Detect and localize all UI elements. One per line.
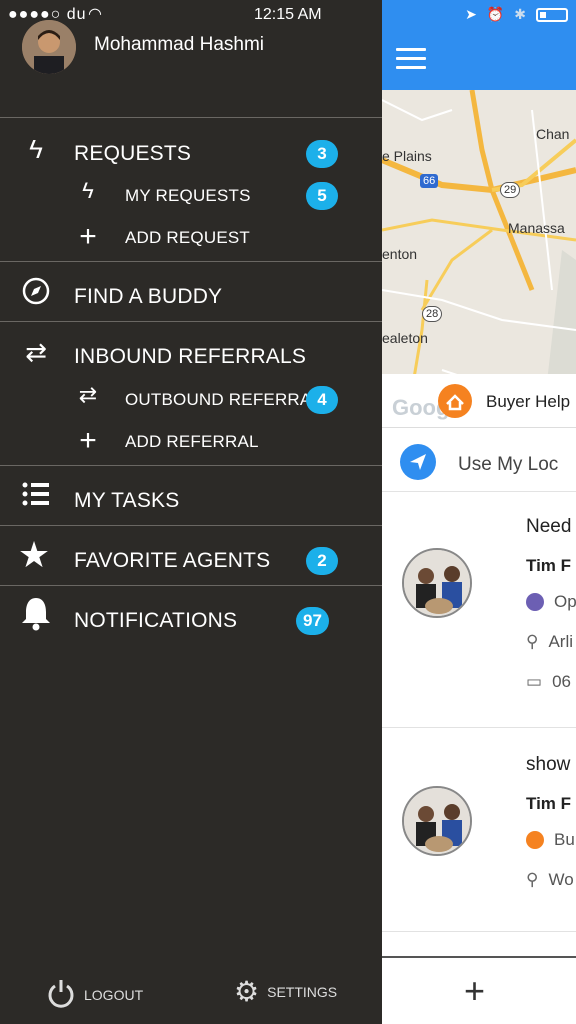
- calendar-icon: ▭: [526, 672, 543, 691]
- bottom-toolbar: +: [382, 956, 576, 1024]
- bluetooth-icon: ✱: [514, 6, 526, 22]
- map-label: Manassa: [508, 220, 565, 236]
- swap-arrows-icon: ⇄: [78, 382, 98, 407]
- main-screen: ➤ ⏰ ✱ Chan e Plains Manassa enton ealeto…: [382, 0, 576, 1024]
- divider: [0, 261, 382, 262]
- card-location: Arli: [548, 632, 574, 651]
- card-status: Bu: [554, 830, 575, 849]
- menu-item-label: NOTIFICATIONS: [74, 609, 238, 632]
- requester-avatar: [402, 548, 472, 618]
- buyer-help-icon[interactable]: [438, 384, 472, 418]
- menu-item-label: MY REQUESTS: [125, 186, 251, 205]
- card-status: Op: [554, 592, 576, 611]
- profile-name: Mohammad Hashmi: [94, 34, 264, 55]
- menu-item-my-tasks[interactable]: MY TASKS: [0, 481, 382, 521]
- menu-item-add-referral[interactable]: + ADD REFERRAL: [0, 422, 382, 462]
- menu-item-label: FIND A BUDDY: [74, 285, 223, 308]
- use-my-location-label: Use My Loc: [458, 454, 559, 475]
- location-arrow-icon: ➤: [465, 6, 477, 22]
- location-pin-icon: ⚲: [526, 870, 539, 889]
- status-time: 12:15 AM: [254, 6, 322, 23]
- notifications-badge: 97: [296, 607, 329, 635]
- menu-item-my-requests[interactable]: ϟ MY REQUESTS 5: [0, 176, 382, 216]
- map-label: e Plains: [382, 148, 432, 164]
- divider: [0, 525, 382, 526]
- request-card[interactable]: show Tim F Bu ⚲ Wo: [382, 732, 576, 932]
- card-title: Need: [526, 516, 572, 537]
- menu-item-label: ADD REFERRAL: [125, 432, 259, 451]
- battery-icon: [536, 7, 568, 22]
- menu-hamburger-icon[interactable]: [396, 48, 426, 70]
- card-location: Wo: [548, 870, 574, 889]
- menu-item-notifications[interactable]: NOTIFICATIONS 97: [0, 598, 382, 641]
- wifi-icon: ◠: [88, 6, 102, 23]
- logout-label: LOGOUT: [84, 986, 144, 1003]
- menu-item-label: REQUESTS: [74, 142, 192, 165]
- divider: [0, 585, 382, 586]
- navigation-arrow-icon: [400, 444, 436, 480]
- card-date: 06: [552, 672, 571, 691]
- menu-item-outbound-referrals[interactable]: ⇄ OUTBOUND REFERRALS 4: [0, 380, 382, 420]
- favorite-agents-badge: 2: [306, 547, 338, 575]
- menu-item-find-buddy[interactable]: FIND A BUDDY: [0, 277, 382, 317]
- route-66-shield: 66: [420, 174, 439, 188]
- side-drawer: ●●●●○ du ◠ 12:15 AM Mohammad Hashmi ϟ RE…: [0, 0, 382, 1024]
- menu-item-label: ADD REQUEST: [125, 228, 250, 247]
- location-pin-icon: ⚲: [526, 632, 539, 651]
- card-title: show: [526, 754, 571, 775]
- bolt-icon: ϟ: [82, 178, 94, 203]
- card-agent-name: Tim F: [526, 794, 572, 813]
- menu-item-requests[interactable]: ϟ REQUESTS 3: [0, 134, 382, 174]
- compass-icon: [18, 277, 54, 309]
- menu-item-inbound-referrals[interactable]: ⇄ INBOUND REFERRALS: [0, 337, 382, 377]
- request-card[interactable]: Need Tim F Op ⚲ Arli ▭ 06: [382, 494, 576, 728]
- gear-icon: ⚙: [234, 976, 260, 1007]
- plus-icon: +: [79, 220, 97, 253]
- star-icon: ★: [17, 534, 51, 575]
- menu-item-add-request[interactable]: + ADD REQUEST: [0, 218, 382, 258]
- plus-icon: +: [79, 424, 97, 457]
- map-label: Chan: [536, 126, 570, 142]
- add-icon[interactable]: +: [464, 970, 485, 1012]
- profile-avatar[interactable]: [22, 20, 76, 74]
- settings-button[interactable]: ⚙ SETTINGS: [234, 978, 337, 1006]
- power-icon: [46, 978, 76, 1011]
- list-icon: [18, 481, 54, 511]
- my-requests-badge: 5: [306, 182, 338, 210]
- app-header: ➤ ⏰ ✱: [382, 0, 576, 90]
- menu-item-label: MY TASKS: [74, 489, 180, 512]
- bell-icon: [18, 595, 54, 635]
- requester-avatar: [402, 786, 472, 856]
- card-agent-name: Tim F: [526, 556, 572, 575]
- menu-item-label: FAVORITE AGENTS: [74, 549, 271, 572]
- eye-icon: [526, 593, 544, 611]
- divider: [0, 321, 382, 322]
- map-label: enton: [382, 246, 418, 262]
- menu-item-label: INBOUND REFERRALS: [74, 345, 307, 368]
- drawer-footer: LOGOUT ⚙ SETTINGS: [0, 970, 382, 1020]
- route-29-shield: 29: [500, 182, 521, 198]
- bolt-icon: ϟ: [29, 134, 43, 164]
- map-label: ealeton: [382, 330, 428, 346]
- requests-badge: 3: [306, 140, 338, 168]
- alarm-icon: ⏰: [486, 6, 505, 22]
- outbound-referrals-badge: 4: [306, 386, 338, 414]
- menu-item-favorite-agents[interactable]: ★ FAVORITE AGENTS 2: [0, 537, 382, 581]
- logout-button[interactable]: LOGOUT: [46, 978, 143, 1011]
- settings-label: SETTINGS: [267, 984, 338, 1000]
- menu-item-label: OUTBOUND REFERRALS: [125, 390, 310, 409]
- swap-arrows-icon: ⇄: [25, 337, 47, 367]
- use-my-location-row[interactable]: Use My Loc: [382, 440, 576, 492]
- divider: [0, 117, 382, 118]
- status-icons: ➤ ⏰ ✱: [465, 6, 568, 23]
- divider: [0, 465, 382, 466]
- buyer-help-label[interactable]: Buyer Help: [486, 392, 570, 412]
- route-28-shield: 28: [422, 306, 443, 322]
- buyer-icon: [526, 831, 544, 849]
